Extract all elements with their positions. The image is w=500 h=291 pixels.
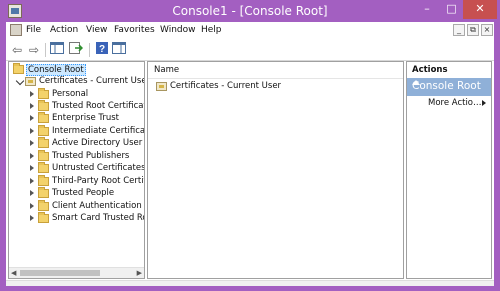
folder-icon xyxy=(38,112,49,123)
actions-section-label: Console Root xyxy=(412,80,481,92)
expand-arrow-icon[interactable] xyxy=(30,115,34,121)
folder-icon xyxy=(38,175,49,186)
tree-item-label: Intermediate Certification Authorities xyxy=(52,126,145,136)
close-button[interactable]: ✕ xyxy=(463,0,497,19)
actions-section-console-root[interactable]: Console Root xyxy=(407,78,491,96)
status-bar xyxy=(6,280,494,286)
actions-header-label: Actions xyxy=(412,65,448,75)
folder-icon xyxy=(38,150,49,161)
folder-icon xyxy=(38,200,49,211)
submenu-arrow-icon xyxy=(482,100,486,106)
results-pane[interactable]: Name Certificates - Current User xyxy=(147,61,404,279)
tree-item-label: Console Root xyxy=(26,64,86,76)
menu-help[interactable]: Help xyxy=(201,25,222,35)
folder-icon xyxy=(38,162,49,173)
tree-item-label: Third-Party Root Certification Authoriti… xyxy=(52,176,145,186)
tree-item-label: Active Directory User Object xyxy=(52,138,144,148)
actions-pane: Actions Console Root More Actio… xyxy=(406,61,492,279)
folder-icon xyxy=(38,212,49,223)
expand-arrow-icon[interactable] xyxy=(30,165,34,171)
folder-icon xyxy=(38,100,49,111)
tree-item-label: Personal xyxy=(52,89,89,99)
show-hide-action-pane-icon[interactable] xyxy=(111,42,127,58)
tree-item-label: Trusted People xyxy=(52,188,115,198)
back-icon[interactable]: ⇦ xyxy=(9,42,25,58)
client-area: File Action View Favorites Window Help _… xyxy=(6,22,494,286)
menu-window[interactable]: Window xyxy=(160,25,196,35)
toolbar: ⇦ ⇨ ? xyxy=(6,40,494,61)
menu-view[interactable]: View xyxy=(86,25,107,35)
expand-arrow-icon[interactable] xyxy=(30,140,34,146)
column-header-name[interactable]: Name xyxy=(148,62,403,79)
certificates-icon xyxy=(156,82,167,91)
tree-item-label: Smart Card Trusted Roots xyxy=(52,213,144,223)
export-list-icon[interactable] xyxy=(68,42,84,58)
tree-item-label: Enterprise Trust xyxy=(52,113,120,123)
expand-arrow-icon[interactable] xyxy=(30,103,34,109)
mdi-restore-button[interactable]: ⧉ xyxy=(467,24,479,36)
scroll-left-icon[interactable]: ◀ xyxy=(11,269,16,277)
folder-icon xyxy=(13,63,24,74)
expand-arrow-icon[interactable] xyxy=(30,153,34,159)
horizontal-scrollbar[interactable]: ◀ ▶ xyxy=(9,267,144,278)
expand-arrow-icon[interactable] xyxy=(30,190,34,196)
collapse-arrow-icon[interactable] xyxy=(15,76,25,86)
console-menu-icon[interactable] xyxy=(10,24,22,36)
tree-item-label: Certificates - Current User xyxy=(39,76,145,86)
toolbar-separator xyxy=(45,43,46,57)
mdi-minimize-button[interactable]: _ xyxy=(453,24,465,36)
window-frame: Console1 - [Console Root] – □ ✕ File Act… xyxy=(0,0,500,291)
menu-action[interactable]: Action xyxy=(50,25,78,35)
menu-file[interactable]: File xyxy=(26,25,41,35)
mdi-close-button[interactable]: × xyxy=(481,24,493,36)
actions-header: Actions xyxy=(407,62,491,79)
expand-arrow-icon[interactable] xyxy=(30,128,34,134)
expand-arrow-icon[interactable] xyxy=(30,203,34,209)
folder-icon xyxy=(38,187,49,198)
list-item-label: Certificates - Current User xyxy=(170,81,282,91)
show-hide-console-tree-icon[interactable] xyxy=(49,42,65,58)
title-bar[interactable]: Console1 - [Console Root] – □ ✕ xyxy=(0,0,500,22)
expand-arrow-icon[interactable] xyxy=(30,91,34,97)
collapse-caret-icon[interactable] xyxy=(412,80,420,85)
scrollbar-thumb[interactable] xyxy=(20,270,100,276)
certificates-icon xyxy=(25,77,36,86)
svg-text:?: ? xyxy=(99,44,105,54)
folder-icon xyxy=(38,125,49,136)
forward-icon[interactable]: ⇨ xyxy=(26,42,42,58)
folder-icon xyxy=(38,88,49,99)
menu-bar: File Action View Favorites Window Help _… xyxy=(6,22,494,40)
column-header-label: Name xyxy=(154,65,180,75)
tree-item-label: Trusted Root Certification Authorities xyxy=(52,101,144,111)
minimize-button[interactable]: – xyxy=(414,0,440,19)
tree-item-label: Untrusted Certificates xyxy=(52,163,145,173)
help-icon[interactable]: ? xyxy=(94,42,110,58)
menu-favorites[interactable]: Favorites xyxy=(114,25,155,35)
toolbar-separator xyxy=(89,43,90,57)
more-actions-link[interactable]: More Actio… xyxy=(428,98,482,108)
tree-item-label: Client Authentication Issuers xyxy=(52,201,144,211)
console-tree-pane[interactable]: Console Root Certificates - Current User… xyxy=(8,61,145,279)
maximize-button[interactable]: □ xyxy=(440,0,463,19)
expand-arrow-icon[interactable] xyxy=(30,178,34,184)
folder-icon xyxy=(38,137,49,148)
tree-item-label: Trusted Publishers xyxy=(52,151,130,161)
scroll-right-icon[interactable]: ▶ xyxy=(137,269,142,277)
expand-arrow-icon[interactable] xyxy=(30,215,34,221)
